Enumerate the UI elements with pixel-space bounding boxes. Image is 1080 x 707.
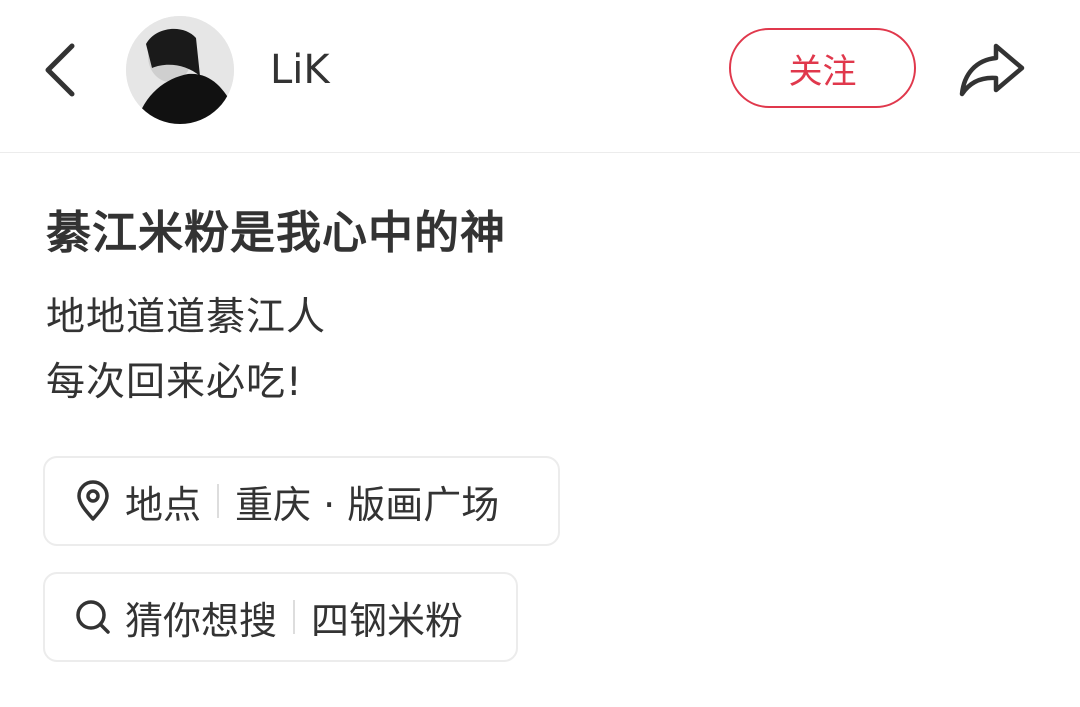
chip-separator [293,600,296,634]
header-divider [0,152,1080,153]
search-suggestion-value: 四钢米粉 [311,598,464,643]
search-suggestion-tag[interactable]: 猜你想搜 四钢米粉 [43,572,518,662]
location-value: 重庆 · 版画广场 [235,482,500,527]
location-label: 地点 [125,482,202,527]
avatar-image [126,16,234,124]
chip-separator [217,484,220,518]
top-bar: LiK 关注 [0,0,1080,152]
share-button[interactable] [956,36,1028,100]
user-name[interactable]: LiK [270,44,330,96]
post-body-line-2: 每次回来必吃! [46,360,303,405]
avatar[interactable] [126,16,234,124]
post-body-line-1: 地地道道綦江人 [46,295,327,340]
location-tag[interactable]: 地点 重庆 · 版画广场 [43,456,560,546]
location-pin-icon [73,480,113,522]
back-button[interactable] [40,38,84,102]
follow-button[interactable]: 关注 [729,28,916,108]
search-icon [73,596,113,638]
share-icon [959,43,1025,97]
back-arrow-icon [45,43,75,97]
search-suggestion-label: 猜你想搜 [125,598,278,643]
post-title: 綦江米粉是我心中的神 [46,206,507,259]
